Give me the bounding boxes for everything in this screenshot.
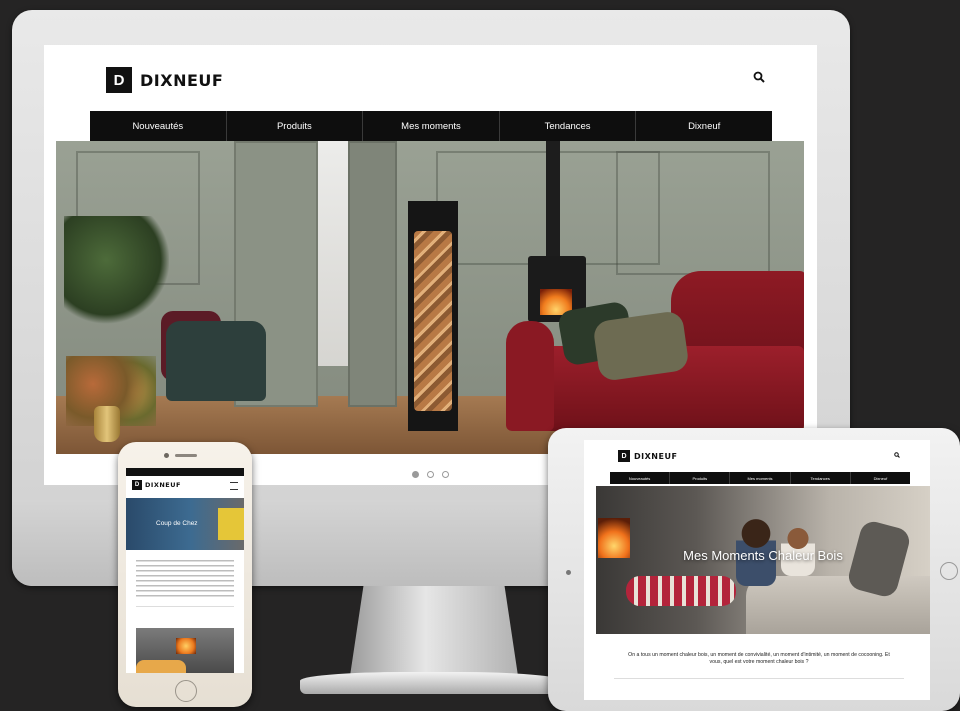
phone-speaker [175,454,197,457]
hero-vase [94,406,120,442]
hero-sofa-arm [506,321,554,431]
hamburger-menu-icon[interactable] [230,482,238,490]
mobile-sofa [136,660,186,673]
divider [136,606,234,607]
brand-logo-mark[interactable]: D [106,67,132,93]
hero-pillow [592,310,690,382]
imac-stand-neck [350,586,518,676]
mobile-hero-accent [218,508,244,540]
nav-item-dixneuf[interactable]: Dixneuf [851,472,910,484]
search-icon[interactable] [894,452,900,458]
tablet-children [626,576,736,606]
mobile-website: D DIXNEUF Coup de Chez [126,468,244,673]
mobile-header: D DIXNEUF [132,480,181,490]
hero-plant [64,216,169,326]
brand-logo-text[interactable]: DIXNEUF [145,481,181,489]
mobile-fire [176,638,196,654]
mobile-hero-image[interactable]: Coup de Chez [126,498,244,550]
mobile-intro-text [136,560,234,600]
nav-item-produits[interactable]: Produits [670,472,731,484]
nav-item-dixneuf[interactable]: Dixneuf [636,111,772,141]
main-nav: Nouveautés Produits Mes moments Tendance… [90,111,772,141]
tablet-header: D DIXNEUF [618,450,677,462]
nav-item-tendances[interactable]: Tendances [500,111,637,141]
imac-stand-base [300,672,562,694]
nav-item-nouveautes[interactable]: Nouveautés [610,472,671,484]
hero-doorway [314,141,350,366]
desktop-website: D DIXNEUF Nouveautés Produits Mes moment… [44,45,817,485]
brand-logo-text[interactable]: DIXNEUF [634,452,677,461]
nav-item-produits[interactable]: Produits [227,111,364,141]
hero-logs [414,231,452,411]
nav-item-mes-moments[interactable]: Mes moments [730,472,791,484]
search-icon[interactable] [753,71,765,83]
hero-image[interactable] [56,141,804,454]
tablet-camera [566,570,571,575]
phone-home-button[interactable] [175,680,197,702]
nav-item-nouveautes[interactable]: Nouveautés [90,111,227,141]
carousel-dot[interactable] [427,471,434,478]
mobile-status-bar [126,468,244,476]
hero-door [348,141,397,407]
brand-logo-mark[interactable]: D [618,450,630,462]
nav-item-mes-moments[interactable]: Mes moments [363,111,500,141]
brand-logo-mark[interactable]: D [132,480,142,490]
divider [614,678,904,679]
nav-item-tendances[interactable]: Tendances [791,472,851,484]
mobile-hero-label: Coup de Chez [156,520,198,527]
tablet-home-button[interactable] [940,562,958,580]
stove-pipe [546,141,560,261]
tablet-nav: Nouveautés Produits Mes moments Tendance… [610,472,910,484]
carousel-dot[interactable] [411,471,419,478]
tablet-hero-title: Mes Moments Chaleur Bois [683,548,843,563]
tablet-intro-text: On a tous un moment chaleur bois, un mom… [628,652,890,665]
tablet-hero-image[interactable]: Mes Moments Chaleur Bois [596,486,930,634]
site-header: D DIXNEUF [106,63,223,97]
wall-panel [616,151,770,275]
tablet-sofa [746,576,930,634]
carousel-dot[interactable] [442,471,450,478]
tablet-website: D DIXNEUF Nouveautés Produits Mes moment… [584,440,930,700]
hero-armchair [166,321,266,401]
phone-camera [164,453,169,458]
brand-logo-text[interactable]: DIXNEUF [140,71,223,90]
